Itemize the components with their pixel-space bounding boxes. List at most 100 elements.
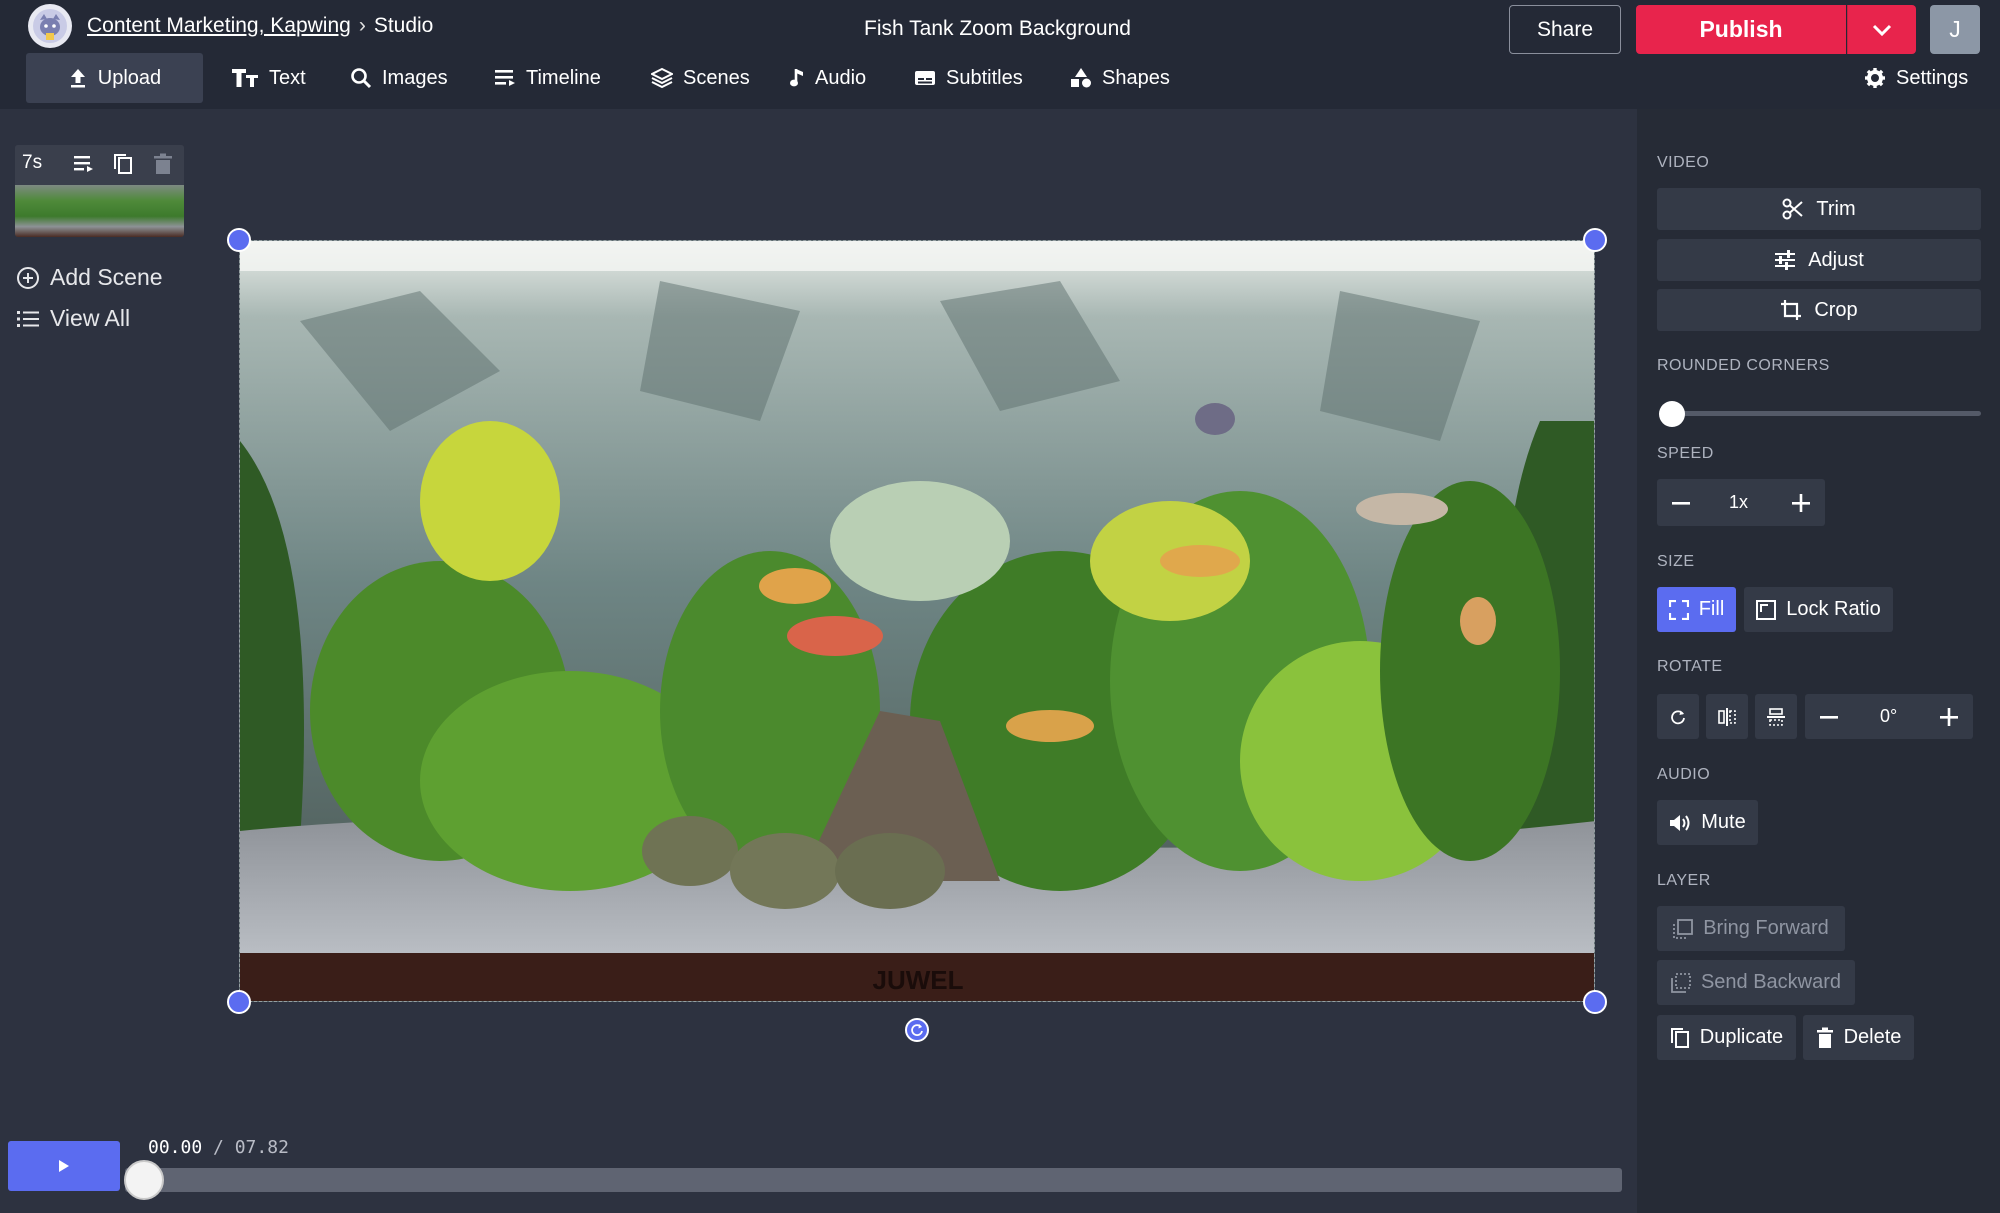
toolbar-shapes[interactable]: Shapes — [1070, 53, 1170, 103]
lock-ratio-label: Lock Ratio — [1786, 598, 1881, 620]
scene-duration: 7s — [22, 152, 43, 173]
toolbar-timeline[interactable]: Timeline — [494, 53, 601, 103]
video-section-label: VIDEO — [1657, 154, 1710, 171]
publish-button[interactable]: Publish — [1636, 5, 1846, 54]
toolbar-text-label: Text — [269, 66, 306, 89]
share-button[interactable]: Share — [1509, 5, 1621, 54]
toolbar-subtitles[interactable]: Subtitles — [914, 53, 1023, 103]
rounded-corners-slider[interactable] — [1669, 411, 1981, 416]
sliders-icon — [1775, 250, 1796, 270]
current-time: 00.00 — [148, 1137, 203, 1158]
trim-button[interactable]: Trim — [1657, 188, 1981, 230]
breadcrumb-workspace-link[interactable]: Content Marketing, Kapwing — [87, 14, 351, 38]
adjust-label: Adjust — [1808, 248, 1864, 271]
cat-mascot-icon — [33, 9, 67, 43]
breadcrumb-current: Studio — [373, 14, 434, 37]
plus-icon[interactable] — [1938, 706, 1960, 728]
speed-stepper: 1x — [1657, 479, 1825, 526]
plus-icon[interactable] — [1790, 492, 1812, 514]
toolbar-images[interactable]: Images — [350, 53, 448, 103]
mute-button[interactable]: Mute — [1657, 800, 1758, 845]
view-all-label: View All — [50, 305, 131, 331]
rotate-value: 0° — [1880, 706, 1898, 726]
send-backward-label: Send Backward — [1700, 971, 1842, 993]
tank-brand-text: JUWEL — [873, 965, 964, 995]
scrubber-handle[interactable] — [124, 1160, 164, 1200]
delete-button[interactable]: Delete — [1803, 1015, 1914, 1060]
kapwing-logo[interactable] — [28, 4, 72, 48]
resize-handle-bottom-right[interactable] — [1583, 990, 1607, 1014]
duplicate-button[interactable]: Duplicate — [1657, 1015, 1796, 1060]
toolbar-shapes-label: Shapes — [1102, 66, 1170, 89]
expand-icon — [1668, 599, 1689, 620]
crop-icon — [1781, 300, 1802, 320]
crop-button[interactable]: Crop — [1657, 289, 1981, 331]
flip-horizontal-button[interactable] — [1706, 694, 1748, 739]
subtitles-icon — [915, 71, 935, 85]
toolbar-upload[interactable]: Upload — [26, 53, 203, 103]
rotate-clockwise-button[interactable] — [1657, 694, 1699, 739]
minus-icon[interactable] — [1818, 706, 1840, 728]
breadcrumb-separator: › — [358, 14, 366, 37]
toolbar-audio-label: Audio — [815, 66, 867, 89]
add-scene-button[interactable]: Add Scene — [16, 264, 163, 291]
toolbar-scenes-label: Scenes — [683, 66, 750, 89]
delete-scene-icon[interactable] — [153, 153, 173, 175]
adjust-button[interactable]: Adjust — [1657, 239, 1981, 281]
layers-icon — [651, 67, 673, 89]
toolbar-audio[interactable]: Audio — [789, 53, 866, 103]
speaker-icon — [1670, 814, 1690, 831]
rotate-handle[interactable] — [905, 1018, 929, 1042]
scene-timeline-icon[interactable] — [73, 153, 95, 173]
copy-icon — [1670, 1027, 1689, 1048]
gear-icon — [1865, 68, 1885, 88]
resize-handle-top-left[interactable] — [227, 228, 251, 252]
toolbar-settings[interactable]: Settings — [1864, 53, 1968, 103]
minus-icon[interactable] — [1670, 492, 1692, 514]
video-layer[interactable]: JUWEL — [239, 240, 1595, 1002]
rounded-corners-slider-handle[interactable] — [1659, 401, 1685, 427]
send-backward-button[interactable]: Send Backward — [1657, 960, 1855, 1005]
trim-label: Trim — [1816, 197, 1856, 220]
rotate-section-label: ROTATE — [1657, 658, 1723, 675]
mute-label: Mute — [1701, 811, 1746, 833]
flip-vertical-button[interactable] — [1755, 694, 1797, 739]
rotate-stepper: 0° — [1805, 694, 1973, 739]
layer-section-label: LAYER — [1657, 872, 1711, 889]
toolbar-settings-label: Settings — [1896, 66, 1969, 89]
user-avatar[interactable]: J — [1930, 5, 1980, 54]
rotate-icon — [1671, 709, 1685, 724]
aspect-ratio-icon — [1756, 599, 1777, 620]
publish-dropdown-button[interactable] — [1847, 5, 1916, 54]
crop-label: Crop — [1814, 298, 1858, 321]
timeline-scrubber[interactable] — [125, 1168, 1622, 1192]
trash-icon — [1816, 1027, 1833, 1048]
play-button[interactable] — [8, 1141, 120, 1191]
time-readout: 00.00 / 07.82 — [148, 1137, 289, 1158]
scissors-icon — [1782, 198, 1804, 220]
upload-icon — [70, 69, 85, 88]
flip-horizontal-icon — [1718, 707, 1736, 726]
shapes-icon — [1071, 68, 1091, 88]
top-header: Content Marketing, Kapwing › Studio Fish… — [0, 0, 2000, 109]
view-all-button[interactable]: View All — [16, 305, 130, 332]
fill-button[interactable]: Fill — [1657, 587, 1736, 632]
resize-handle-bottom-left[interactable] — [227, 990, 251, 1014]
toolbar-text[interactable]: Text — [231, 53, 306, 103]
resize-handle-top-right[interactable] — [1583, 228, 1607, 252]
chevron-down-icon — [1872, 24, 1892, 36]
aquarium-video-frame: JUWEL — [240, 241, 1594, 1001]
time-separator: / — [213, 1137, 224, 1158]
list-icon — [17, 310, 39, 327]
toolbar-images-label: Images — [382, 66, 448, 89]
bring-forward-label: Bring Forward — [1703, 917, 1829, 939]
text-icon — [232, 69, 258, 87]
project-title[interactable]: Fish Tank Zoom Background — [760, 17, 1235, 41]
lock-ratio-button[interactable]: Lock Ratio — [1744, 587, 1893, 632]
toolbar-scenes[interactable]: Scenes — [651, 53, 750, 103]
fill-label: Fill — [1698, 598, 1725, 620]
duplicate-scene-icon[interactable] — [113, 153, 133, 175]
bring-forward-button[interactable]: Bring Forward — [1657, 906, 1845, 951]
rounded-corners-label: ROUNDED CORNERS — [1657, 357, 1830, 374]
add-scene-label: Add Scene — [50, 264, 163, 290]
